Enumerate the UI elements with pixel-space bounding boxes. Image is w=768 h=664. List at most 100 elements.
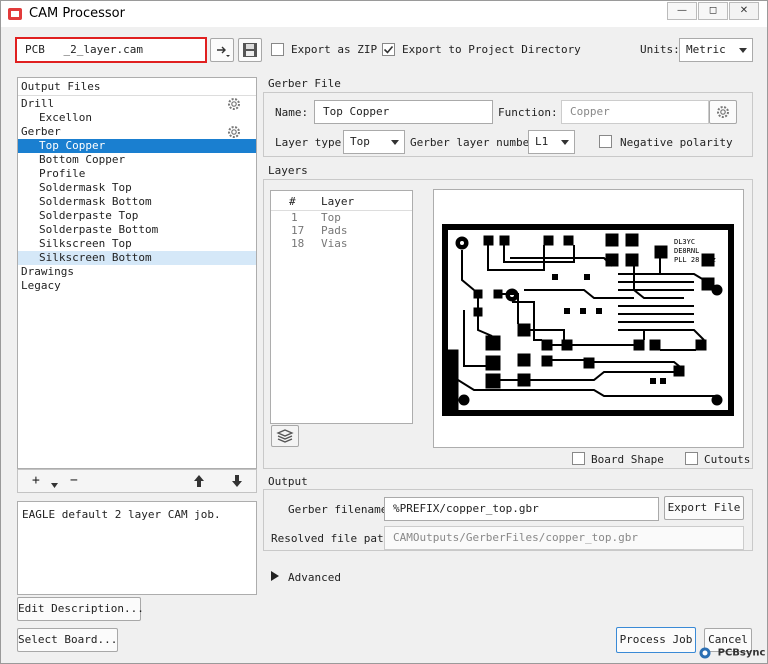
- units-value: Metric: [686, 43, 726, 56]
- add-output-button[interactable]: +: [32, 473, 40, 488]
- tree-item-silkscreen-bottom[interactable]: Silkscreen Bottom: [18, 251, 256, 265]
- export-project-label: Export to Project Directory: [402, 43, 581, 56]
- title-bar: CAM Processor — ◻ ✕: [1, 1, 767, 27]
- minimize-button[interactable]: —: [667, 2, 697, 20]
- name-label: Name:: [275, 106, 309, 119]
- units-select[interactable]: Metric: [679, 38, 753, 62]
- watermark-text: PCBsync: [717, 647, 766, 659]
- export-file-button[interactable]: Export File: [664, 496, 744, 520]
- tree-item-excellon[interactable]: Excellon: [18, 111, 256, 125]
- cam-app-icon: [8, 8, 22, 20]
- name-input[interactable]: Top Copper: [314, 100, 493, 124]
- layer-row[interactable]: 1 Top: [271, 211, 412, 225]
- tree-item-bottom-copper[interactable]: Bottom Copper: [18, 153, 256, 167]
- tree-item-soldermask-top[interactable]: Soldermask Top: [18, 181, 256, 195]
- output-section-title: Output: [268, 475, 308, 488]
- chevron-down-icon: [561, 140, 569, 145]
- function-settings-button[interactable]: [709, 100, 737, 124]
- save-job-button[interactable]: [238, 38, 262, 62]
- board-shape-checkbox[interactable]: [572, 452, 585, 465]
- tree-group-drill[interactable]: Drill: [18, 97, 256, 111]
- layer-row[interactable]: 18 Vias: [271, 237, 412, 251]
- cam-processor-window: CAM Processor — ◻ ✕ PCB _2_layer.cam Exp…: [0, 0, 768, 664]
- tree-item-solderpaste-bottom[interactable]: Solderpaste Bottom: [18, 223, 256, 237]
- resolved-path-label: Resolved file path:: [271, 532, 397, 545]
- gerber-filename-input[interactable]: %PREFIX/copper_top.gbr: [384, 497, 659, 521]
- cutouts-label: Cutouts: [704, 453, 751, 466]
- tree-group-legacy[interactable]: Legacy: [18, 279, 256, 293]
- tree-group-gerber[interactable]: Gerber: [18, 125, 256, 139]
- gear-icon[interactable]: [226, 124, 242, 140]
- output-files-tree: Output Files Drill Excellon Gerber Top C…: [17, 77, 257, 469]
- layer-number: 17: [291, 224, 305, 237]
- tree-toolbar: + −: [17, 469, 257, 493]
- gerber-preview: DL3YC DE8RNL PLL 28 MHz: [433, 189, 744, 448]
- tree-item-soldermask-bottom[interactable]: Soldermask Bottom: [18, 195, 256, 209]
- watermark: PCBsync: [699, 646, 765, 662]
- resolved-path-field[interactable]: CAMOutputs/GerberFiles/copper_top.gbr: [384, 526, 744, 550]
- export-project-checkbox[interactable]: [382, 43, 395, 56]
- negative-polarity-label: Negative polarity: [620, 136, 733, 149]
- units-label: Units:: [640, 43, 680, 56]
- pcbsync-logo-icon: [699, 647, 711, 659]
- restore-button[interactable]: ◻: [698, 2, 728, 20]
- output-files-header: Output Files: [18, 78, 256, 96]
- gerber-filename-label: Gerber filename:: [288, 503, 394, 516]
- arrow-up-icon[interactable]: [192, 474, 206, 488]
- job-file-field[interactable]: PCB _2_layer.cam: [15, 37, 207, 63]
- gerber-file-section-title: Gerber File: [268, 77, 341, 90]
- layer-number: 18: [291, 237, 305, 250]
- chevron-down-icon: [739, 48, 747, 53]
- remove-output-button[interactable]: −: [70, 473, 78, 488]
- close-button[interactable]: ✕: [729, 2, 759, 20]
- layer-name: Top: [321, 211, 341, 224]
- board-text-line-1: DL3YC: [674, 238, 695, 246]
- arrow-down-icon[interactable]: [230, 474, 244, 488]
- board-text-line-2: DE8RNL: [674, 247, 699, 255]
- tree-item-top-copper[interactable]: Top Copper: [18, 139, 256, 153]
- layer-name: Pads: [321, 224, 348, 237]
- layers-section-title: Layers: [268, 164, 308, 177]
- board-shape-label: Board Shape: [591, 453, 664, 466]
- gerber-layer-number-select[interactable]: L1: [528, 130, 575, 154]
- layers-table: # Layer 1 Top 17 Pads 18 Vias: [270, 190, 413, 424]
- export-zip-label: Export as ZIP: [291, 43, 378, 56]
- chevron-down-icon: [391, 140, 399, 145]
- checkmark-icon: [383, 45, 394, 54]
- layer-row[interactable]: 17 Pads: [271, 224, 412, 238]
- process-job-button[interactable]: Process Job: [616, 627, 696, 653]
- layer-stack-button[interactable]: [271, 425, 299, 447]
- description-box[interactable]: EAGLE default 2 layer CAM job.: [17, 501, 257, 595]
- save-icon: [243, 43, 257, 57]
- layer-type-select[interactable]: Top: [343, 130, 405, 154]
- pcb-preview-image: DL3YC DE8RNL PLL 28 MHz: [442, 224, 734, 416]
- board-text-line-3: PLL 28 MHz: [674, 256, 716, 264]
- function-label: Function:: [498, 106, 558, 119]
- gerber-layer-number-value: L1: [535, 135, 549, 148]
- window-title: CAM Processor: [29, 6, 125, 21]
- edit-description-button[interactable]: Edit Description...: [17, 597, 144, 621]
- tree-item-solderpaste-top[interactable]: Solderpaste Top: [18, 209, 256, 223]
- load-job-icon: [217, 46, 230, 57]
- select-board-button[interactable]: Select Board...: [17, 628, 118, 652]
- gear-icon[interactable]: [226, 96, 242, 112]
- load-job-button[interactable]: [210, 38, 234, 62]
- export-zip-checkbox[interactable]: [271, 43, 284, 56]
- layers-icon: [276, 429, 294, 443]
- cutouts-checkbox[interactable]: [685, 452, 698, 465]
- description-text: EAGLE default 2 layer CAM job.: [22, 508, 221, 521]
- chevron-down-icon[interactable]: [51, 483, 58, 488]
- tree-item-silkscreen-top[interactable]: Silkscreen Top: [18, 237, 256, 251]
- column-header-number: #: [289, 195, 296, 208]
- function-input[interactable]: Copper: [561, 100, 709, 124]
- tree-item-profile[interactable]: Profile: [18, 167, 256, 181]
- tree-group-drawings[interactable]: Drawings: [18, 265, 256, 279]
- layer-name: Vias: [321, 237, 348, 250]
- column-header-layer: Layer: [321, 195, 355, 208]
- layer-type-value: Top: [350, 135, 370, 148]
- job-prefix: PCB: [25, 43, 45, 56]
- negative-polarity-checkbox[interactable]: [599, 135, 612, 148]
- expand-arrow-icon[interactable]: [271, 571, 279, 581]
- layers-table-header: # Layer: [271, 191, 412, 211]
- advanced-toggle[interactable]: Advanced: [288, 571, 341, 584]
